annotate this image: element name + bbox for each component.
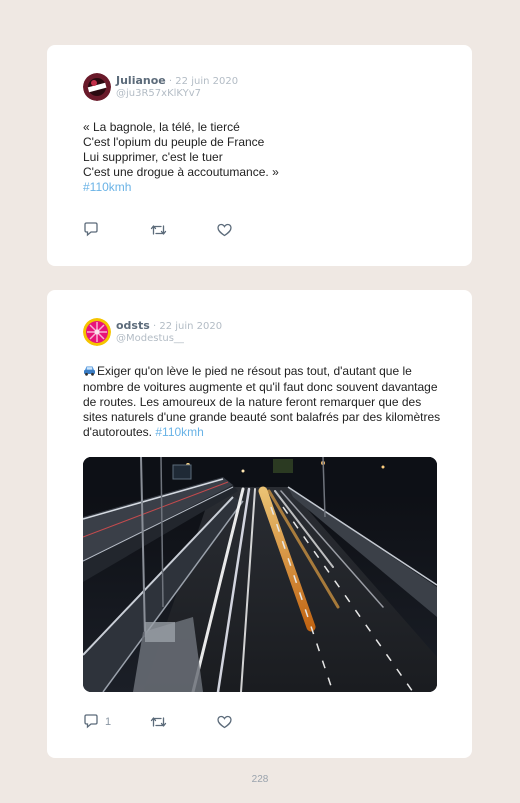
- page-number: 228: [251, 774, 269, 785]
- tweet-body: « La bagnole, la télé, le tiercé C'est l…: [83, 120, 279, 195]
- hashtag-link[interactable]: #110kmh: [155, 425, 203, 439]
- retweet-icon: [150, 223, 167, 237]
- avatar[interactable]: [83, 73, 111, 101]
- like-icon: [217, 223, 232, 237]
- like-button[interactable]: [217, 223, 284, 237]
- tweet-actions: [83, 222, 284, 237]
- reply-icon: [83, 714, 99, 729]
- avatar[interactable]: [83, 318, 111, 346]
- reply-button[interactable]: [83, 222, 150, 237]
- car-emoji-icon: [83, 365, 96, 380]
- tweet-header: Julianoe · 22 juin 2020 @ju3R57xKlKYv7: [83, 73, 238, 101]
- tweet-text: « La bagnole, la télé, le tiercé C'est l…: [83, 120, 279, 179]
- tweet-text: Exiger qu'on lève le pied ne résout pas …: [83, 364, 441, 439]
- author-name[interactable]: odsts: [116, 319, 150, 332]
- retweet-icon: [150, 715, 167, 729]
- reply-button[interactable]: 1: [83, 714, 150, 729]
- date-separator: ·: [149, 321, 160, 332]
- author-handle[interactable]: @Modestus__: [116, 333, 222, 345]
- retweet-button[interactable]: [150, 223, 217, 237]
- tweet-date[interactable]: 22 juin 2020: [159, 321, 222, 332]
- tweet-actions: 1: [83, 714, 284, 729]
- tweet-card: Julianoe · 22 juin 2020 @ju3R57xKlKYv7 «…: [47, 45, 472, 266]
- tweet-date[interactable]: 22 juin 2020: [175, 76, 238, 87]
- reply-count: 1: [105, 715, 112, 728]
- author-handle[interactable]: @ju3R57xKlKYv7: [116, 88, 238, 100]
- tweet-header: odsts · 22 juin 2020 @Modestus__: [83, 318, 222, 346]
- retweet-button[interactable]: [150, 715, 217, 729]
- tweet-photo[interactable]: [83, 457, 437, 692]
- hashtag-link[interactable]: #110kmh: [83, 180, 131, 194]
- tweet-card: odsts · 22 juin 2020 @Modestus__ Exiger …: [47, 290, 472, 758]
- like-icon: [217, 715, 232, 729]
- tweet-body: Exiger qu'on lève le pied ne résout pas …: [83, 364, 443, 440]
- date-separator: ·: [165, 76, 176, 87]
- reply-icon: [83, 222, 99, 237]
- like-button[interactable]: [217, 715, 284, 729]
- author-name[interactable]: Julianoe: [116, 74, 166, 87]
